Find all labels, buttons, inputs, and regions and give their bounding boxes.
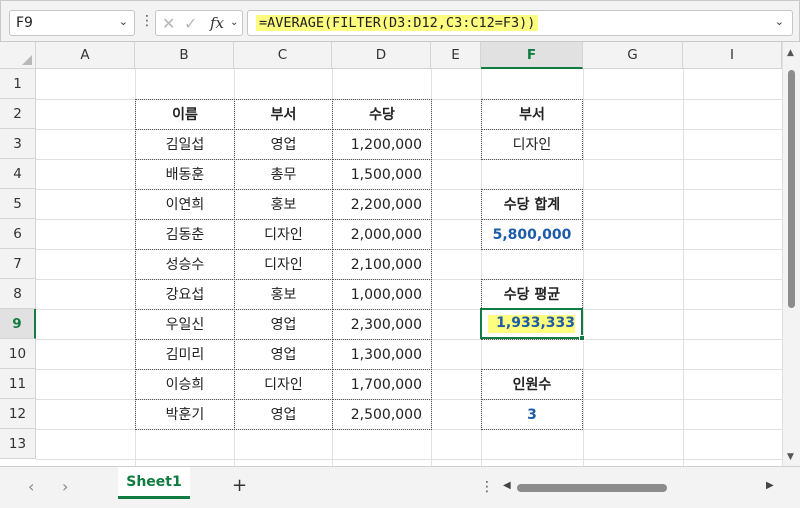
col-header-f[interactable]: F bbox=[481, 42, 583, 69]
table-cell[interactable]: 김동춘 bbox=[135, 219, 235, 250]
horizontal-scroll-thumb[interactable] bbox=[517, 484, 667, 492]
table-cell[interactable]: 영업 bbox=[234, 339, 333, 370]
select-all-corner[interactable] bbox=[0, 42, 36, 69]
col-header-b[interactable]: B bbox=[135, 42, 234, 69]
table-cell[interactable]: 성승수 bbox=[135, 249, 235, 280]
table-cell[interactable]: 박훈기 bbox=[135, 399, 235, 430]
more-options-icon[interactable]: ⋮ bbox=[140, 13, 154, 29]
row-header-10[interactable]: 10 bbox=[0, 339, 36, 369]
row-header-12[interactable]: 12 bbox=[0, 399, 36, 429]
table-cell[interactable]: 우일신 bbox=[135, 309, 235, 340]
row-header-8[interactable]: 8 bbox=[0, 279, 36, 309]
formula-bar: F9 ⌄ ⋮ ✕ ✓ fx ⌄ =AVERAGE(FILTER(D3:D12,C… bbox=[0, 0, 800, 42]
enter-check-icon[interactable]: ✓ bbox=[184, 14, 197, 33]
name-box-value: F9 bbox=[16, 15, 33, 31]
table-header-cell[interactable]: 이름 bbox=[135, 99, 235, 130]
active-cell-f9[interactable]: 1,933,333 bbox=[480, 308, 585, 341]
scroll-left-icon[interactable]: ◀ bbox=[503, 480, 511, 491]
table-cell[interactable]: 영업 bbox=[234, 129, 333, 160]
table-cell[interactable]: 이승희 bbox=[135, 369, 235, 400]
table-cell[interactable]: 1,700,000 bbox=[332, 369, 432, 400]
worksheet-grid[interactable]: A B C D E F G I 1 2 3 4 5 6 7 8 9 10 11 … bbox=[0, 42, 782, 466]
avg-label-cell[interactable]: 수당 평균 bbox=[481, 279, 583, 310]
more-options-icon[interactable]: ⋮ bbox=[480, 479, 494, 495]
chevron-right-icon[interactable]: › bbox=[62, 477, 68, 496]
sheet-tab-sheet1[interactable]: Sheet1 bbox=[118, 467, 190, 499]
sum-value-cell[interactable]: 5,800,000 bbox=[481, 219, 583, 250]
col-header-c[interactable]: C bbox=[234, 42, 332, 69]
col-header-i[interactable]: I bbox=[683, 42, 782, 69]
table-cell[interactable]: 홍보 bbox=[234, 279, 333, 310]
fill-handle[interactable] bbox=[579, 335, 585, 341]
table-cell[interactable]: 1,300,000 bbox=[332, 339, 432, 370]
col-header-e[interactable]: E bbox=[431, 42, 481, 69]
scroll-down-icon[interactable]: ▼ bbox=[787, 452, 794, 462]
table-cell[interactable]: 2,200,000 bbox=[332, 189, 432, 220]
table-cell[interactable]: 2,100,000 bbox=[332, 249, 432, 280]
scroll-right-icon[interactable]: ▶ bbox=[766, 480, 774, 491]
row-header-3[interactable]: 3 bbox=[0, 129, 36, 159]
table-cell[interactable]: 배동훈 bbox=[135, 159, 235, 190]
avg-value: 1,933,333 bbox=[496, 315, 575, 331]
sheet-tab-bar: ‹ › Sheet1 + ⋮ ◀ ▶ bbox=[0, 466, 800, 508]
table-header-cell[interactable]: 수당 bbox=[332, 99, 432, 130]
expand-formula-bar-icon[interactable]: ⌄ bbox=[775, 15, 784, 28]
sum-label-cell[interactable]: 수당 합계 bbox=[481, 189, 583, 220]
table-cell[interactable]: 2,000,000 bbox=[332, 219, 432, 250]
col-header-d[interactable]: D bbox=[332, 42, 431, 69]
table-cell[interactable]: 총무 bbox=[234, 159, 333, 190]
col-header-a[interactable]: A bbox=[36, 42, 135, 69]
formula-input[interactable]: =AVERAGE(FILTER(D3:D12,C3:C12=F3)) ⌄ bbox=[247, 10, 793, 36]
dept-value-cell[interactable]: 디자인 bbox=[481, 129, 583, 160]
chevron-left-icon[interactable]: ‹ bbox=[28, 477, 34, 496]
gridline bbox=[583, 69, 584, 466]
table-cell[interactable]: 디자인 bbox=[234, 219, 333, 250]
cancel-icon[interactable]: ✕ bbox=[162, 14, 175, 33]
vertical-scroll-thumb[interactable] bbox=[788, 70, 795, 308]
count-label-cell[interactable]: 인원수 bbox=[481, 369, 583, 400]
chevron-down-icon[interactable]: ⌄ bbox=[230, 17, 238, 28]
table-cell[interactable]: 1,000,000 bbox=[332, 279, 432, 310]
row-header-6[interactable]: 6 bbox=[0, 219, 36, 249]
table-cell[interactable]: 김미리 bbox=[135, 339, 235, 370]
row-header-5[interactable]: 5 bbox=[0, 189, 36, 219]
chevron-down-icon[interactable]: ⌄ bbox=[119, 15, 128, 28]
col-header-g[interactable]: G bbox=[583, 42, 683, 69]
row-header-13[interactable]: 13 bbox=[0, 429, 36, 459]
add-sheet-icon[interactable]: + bbox=[232, 475, 247, 496]
gridline bbox=[36, 459, 782, 460]
row-header-9[interactable]: 9 bbox=[0, 309, 36, 339]
table-cell[interactable]: 2,300,000 bbox=[332, 309, 432, 340]
count-value-cell[interactable]: 3 bbox=[481, 399, 583, 430]
table-cell[interactable]: 영업 bbox=[234, 399, 333, 430]
row-header-7[interactable]: 7 bbox=[0, 249, 36, 279]
table-cell[interactable]: 1,500,000 bbox=[332, 159, 432, 190]
table-cell[interactable]: 디자인 bbox=[234, 369, 333, 400]
formula-text: =AVERAGE(FILTER(D3:D12,C3:C12=F3)) bbox=[256, 15, 539, 31]
scroll-up-icon[interactable]: ▲ bbox=[787, 48, 794, 58]
table-cell[interactable]: 강요섭 bbox=[135, 279, 235, 310]
insert-function-icon[interactable]: fx bbox=[210, 14, 224, 32]
dept-label-cell[interactable]: 부서 bbox=[481, 99, 583, 130]
table-cell[interactable]: 디자인 bbox=[234, 249, 333, 280]
row-header-1[interactable]: 1 bbox=[0, 69, 36, 99]
row-header-4[interactable]: 4 bbox=[0, 159, 36, 189]
table-cell[interactable]: 홍보 bbox=[234, 189, 333, 220]
table-header-cell[interactable]: 부서 bbox=[234, 99, 333, 130]
table-cell[interactable]: 2,500,000 bbox=[332, 399, 432, 430]
vertical-scrollbar[interactable]: ▲ ▼ bbox=[782, 42, 800, 466]
table-cell[interactable]: 김일섭 bbox=[135, 129, 235, 160]
table-cell[interactable]: 1,200,000 bbox=[332, 129, 432, 160]
table-cell[interactable]: 이연희 bbox=[135, 189, 235, 220]
gridline bbox=[683, 69, 684, 466]
row-header-2[interactable]: 2 bbox=[0, 99, 36, 129]
formula-controls: ✕ ✓ fx ⌄ bbox=[155, 10, 243, 36]
row-header-11[interactable]: 11 bbox=[0, 369, 36, 399]
name-box[interactable]: F9 ⌄ bbox=[9, 10, 135, 36]
table-cell[interactable]: 영업 bbox=[234, 309, 333, 340]
